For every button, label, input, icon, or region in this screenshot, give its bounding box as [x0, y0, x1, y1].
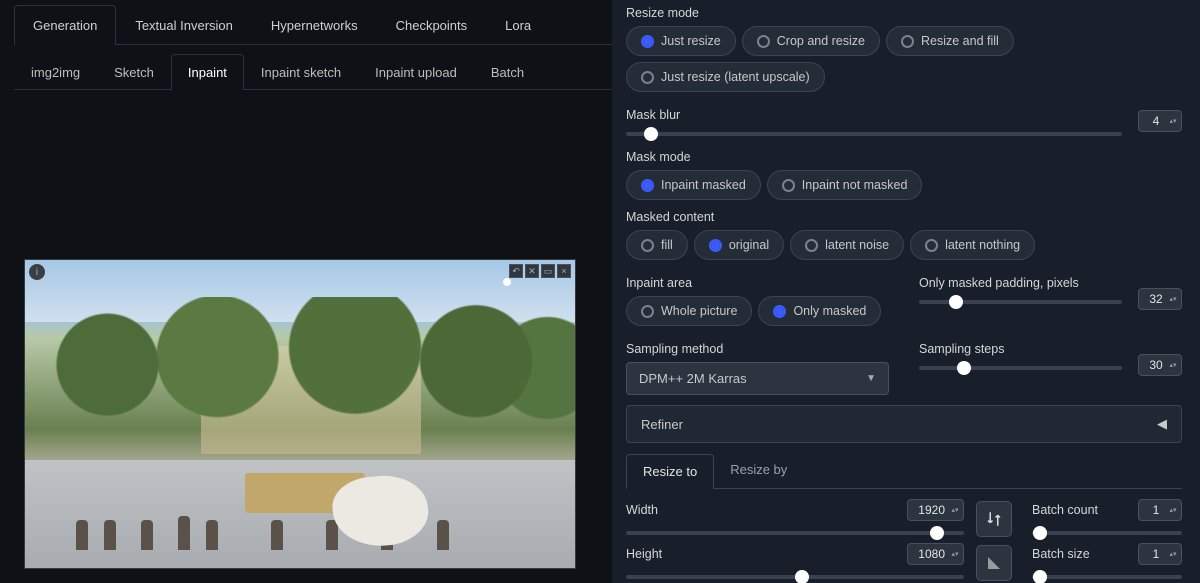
- triangle-ruler-icon: [985, 554, 1003, 572]
- inpaint-canvas[interactable]: i ↶ ✕ ▭ ×: [24, 259, 576, 569]
- triangle-left-icon: ◀: [1157, 416, 1167, 432]
- width-value[interactable]: 1920▴▾: [907, 499, 964, 521]
- inpaint-area-whole-picture[interactable]: Whole picture: [626, 296, 752, 326]
- batch-count-slider[interactable]: [1032, 531, 1182, 535]
- batch-size-label: Batch size: [1032, 547, 1090, 561]
- resize-mode-label: Resize mode: [626, 6, 1182, 20]
- canvas-toolbar: ↶ ✕ ▭ ×: [509, 264, 571, 278]
- sampling-method-select[interactable]: DPM++ 2M Karras ▼: [626, 362, 889, 395]
- radio-label: Crop and resize: [777, 34, 865, 48]
- sampling-steps-value[interactable]: 30▴▾: [1138, 354, 1182, 376]
- radio-label: latent noise: [825, 238, 889, 252]
- swap-dimensions-button[interactable]: [976, 501, 1012, 537]
- masked-content-latent-nothing[interactable]: latent nothing: [910, 230, 1035, 260]
- sub-tab-inpaint-sketch[interactable]: Inpaint sketch: [244, 54, 358, 90]
- resize-tab-resize-to[interactable]: Resize to: [626, 454, 714, 489]
- resize-mode-latent-upscale[interactable]: Just resize (latent upscale): [626, 62, 825, 92]
- sub-tab-inpaint-upload[interactable]: Inpaint upload: [358, 54, 474, 90]
- sampling-steps-label: Sampling steps: [919, 342, 1122, 356]
- width-label: Width: [626, 503, 658, 517]
- radio-label: Whole picture: [661, 304, 737, 318]
- radio-label: Resize and fill: [921, 34, 999, 48]
- height-label: Height: [626, 547, 662, 561]
- masked-content-latent-noise[interactable]: latent noise: [790, 230, 904, 260]
- radio-label: Just resize: [661, 34, 721, 48]
- canvas-clear-icon[interactable]: ▭: [541, 264, 555, 278]
- mask-mode-inpaint-not-masked[interactable]: Inpaint not masked: [767, 170, 923, 200]
- sub-tab-sketch[interactable]: Sketch: [97, 54, 171, 90]
- canvas-area: i ↶ ✕ ▭ ×: [14, 90, 612, 583]
- inpaint-area-only-masked[interactable]: Only masked: [758, 296, 881, 326]
- width-slider[interactable]: [626, 531, 964, 535]
- refiner-accordion[interactable]: Refiner ◀: [626, 405, 1182, 443]
- masked-content-label: Masked content: [626, 210, 1182, 224]
- brush-cursor: [503, 278, 511, 286]
- top-tab-hypernetworks[interactable]: Hypernetworks: [252, 5, 377, 45]
- top-tab-generation[interactable]: Generation: [14, 5, 116, 45]
- chevron-down-icon: ▼: [866, 373, 876, 384]
- mask-blur-label: Mask blur: [626, 108, 1122, 122]
- top-tab-lora[interactable]: Lora: [486, 5, 550, 45]
- canvas-undo-icon[interactable]: ↶: [509, 264, 523, 278]
- only-masked-padding-value[interactable]: 32▴▾: [1138, 288, 1182, 310]
- resize-mode-resize-and-fill[interactable]: Resize and fill: [886, 26, 1014, 56]
- sub-tab-batch[interactable]: Batch: [474, 54, 541, 90]
- left-panel: Generation Textual Inversion Hypernetwor…: [0, 0, 612, 583]
- resize-mode-crop-and-resize[interactable]: Crop and resize: [742, 26, 880, 56]
- masked-content-fill[interactable]: fill: [626, 230, 688, 260]
- radio-label: original: [729, 238, 769, 252]
- radio-label: Only masked: [793, 304, 866, 318]
- resize-mode-just-resize[interactable]: Just resize: [626, 26, 736, 56]
- resize-tab-resize-by[interactable]: Resize by: [714, 453, 803, 488]
- canvas-erase-icon[interactable]: ✕: [525, 264, 539, 278]
- radio-label: Inpaint masked: [661, 178, 746, 192]
- mask-blur-value[interactable]: 4▴▾: [1138, 110, 1182, 132]
- radio-label: fill: [661, 238, 673, 252]
- radio-label: latent nothing: [945, 238, 1020, 252]
- radio-label: Inpaint not masked: [802, 178, 908, 192]
- swap-icon: [985, 510, 1003, 528]
- height-value[interactable]: 1080▴▾: [907, 543, 964, 565]
- canvas-remove-icon[interactable]: ×: [557, 264, 571, 278]
- top-tab-checkpoints[interactable]: Checkpoints: [377, 5, 487, 45]
- inpaint-area-label: Inpaint area: [626, 276, 889, 290]
- top-tab-textual-inversion[interactable]: Textual Inversion: [116, 5, 252, 45]
- sub-tab-img2img[interactable]: img2img: [14, 54, 97, 90]
- canvas-info-icon[interactable]: i: [29, 264, 45, 280]
- only-masked-padding-slider[interactable]: [919, 300, 1122, 304]
- settings-panel: Resize mode Just resize Crop and resize …: [612, 0, 1200, 583]
- sub-tabs: img2img Sketch Inpaint Inpaint sketch In…: [14, 53, 612, 90]
- resize-mode-group: Just resize Crop and resize Resize and f…: [626, 26, 1182, 92]
- select-value: DPM++ 2M Karras: [639, 371, 747, 386]
- aspect-ratio-button[interactable]: [976, 545, 1012, 581]
- batch-count-label: Batch count: [1032, 503, 1098, 517]
- only-masked-padding-label: Only masked padding, pixels: [919, 276, 1122, 290]
- sub-tab-inpaint[interactable]: Inpaint: [171, 54, 244, 90]
- top-tabs: Generation Textual Inversion Hypernetwor…: [14, 4, 612, 45]
- radio-label: Just resize (latent upscale): [661, 70, 810, 84]
- batch-count-value[interactable]: 1▴▾: [1138, 499, 1182, 521]
- refiner-label: Refiner: [641, 417, 683, 432]
- batch-size-slider[interactable]: [1032, 575, 1182, 579]
- sampling-method-label: Sampling method: [626, 342, 889, 356]
- mask-mode-label: Mask mode: [626, 150, 1182, 164]
- height-slider[interactable]: [626, 575, 964, 579]
- mask-mode-inpaint-masked[interactable]: Inpaint masked: [626, 170, 761, 200]
- masked-content-original[interactable]: original: [694, 230, 784, 260]
- resize-tabs: Resize to Resize by: [626, 453, 1182, 489]
- batch-size-value[interactable]: 1▴▾: [1138, 543, 1182, 565]
- mask-blur-slider[interactable]: [626, 132, 1122, 136]
- sampling-steps-slider[interactable]: [919, 366, 1122, 370]
